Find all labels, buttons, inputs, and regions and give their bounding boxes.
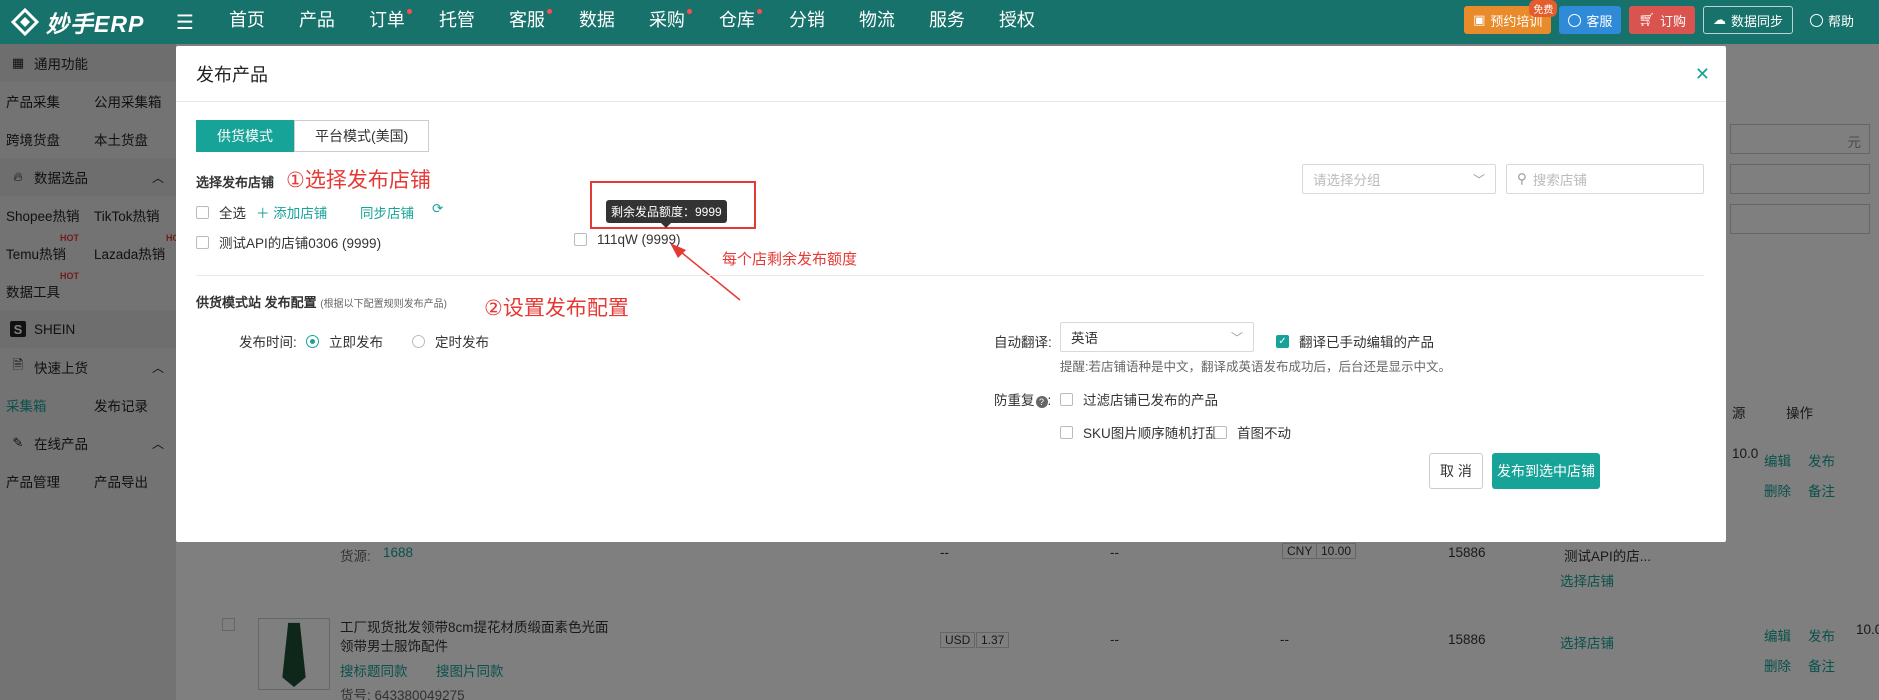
select-all-checkbox[interactable]: 全选 [196, 202, 246, 222]
radio-icon [306, 334, 319, 348]
chevron-down-icon: ﹀ [1472, 172, 1485, 187]
checkbox-icon [1214, 425, 1227, 439]
nav-logistics[interactable]: 物流 [842, 0, 912, 44]
publish-selected-stores-button[interactable]: 发布到选中店铺 [1492, 453, 1600, 489]
nav-services[interactable]: 服务 [912, 0, 982, 44]
logo-icon [10, 7, 40, 37]
subscribe-button[interactable]: 🛒︎ 订购 [1629, 6, 1695, 34]
logo-text: 妙手ERP [46, 11, 145, 37]
sku-random-checkbox[interactable]: SKU图片顺序随机打乱 [1060, 422, 1219, 442]
nav-purchase[interactable]: 采购 [632, 0, 702, 44]
cloud-icon: ☁ [1712, 12, 1726, 27]
publish-timed-radio[interactable]: 定时发布 [412, 331, 489, 351]
tab-supply-mode[interactable]: 供货模式 [196, 120, 294, 152]
dialog-title: 发布产品 [196, 64, 268, 85]
nav-warehouse[interactable]: 仓库 [702, 0, 772, 44]
radio-icon [412, 334, 425, 348]
notification-dot [756, 9, 762, 14]
checkbox-icon [574, 233, 587, 246]
data-sync-button[interactable]: ☁ 数据同步 [1702, 6, 1793, 34]
section-divider [196, 275, 1704, 276]
notification-dot [406, 9, 412, 14]
calendar-icon: ▣ [1473, 12, 1486, 27]
notification-dot [686, 9, 692, 14]
cart-icon: 🛒︎ [1638, 12, 1655, 27]
nav-authorization[interactable]: 授权 [982, 0, 1052, 44]
group-select[interactable]: 请选择分组 ﹀ [1302, 164, 1496, 194]
anti-duplicate-label: 防重复?: [994, 393, 1052, 408]
free-badge: 免费 [1529, 0, 1558, 17]
app-logo[interactable]: 妙手ERP [0, 5, 196, 39]
menu-toggle-icon[interactable]: ☰ [176, 10, 194, 35]
checkbox-icon [196, 235, 209, 249]
store-checkbox[interactable]: 测试API的店铺0306 (9999) [196, 232, 381, 252]
checkbox-icon [1060, 425, 1073, 439]
publish-time-label: 发布时间: [239, 335, 297, 350]
nav-hosting[interactable]: 托管 [422, 0, 492, 44]
plus-icon: ＋ [256, 206, 274, 221]
check-icon: ✓ [1276, 334, 1289, 348]
select-store-title: 选择发布店铺 [196, 175, 275, 190]
help-button[interactable]: 帮助 [1801, 6, 1863, 34]
annotation-select-store: ①选择发布店铺 [286, 169, 431, 192]
nav-customer-service[interactable]: 客服 [492, 0, 562, 44]
publish-now-radio[interactable]: 立即发布 [306, 331, 383, 351]
first-image-fixed-checkbox[interactable]: 首图不动 [1214, 422, 1291, 442]
store-checkbox[interactable]: 111qW (9999) [574, 232, 681, 247]
sync-store-button[interactable]: 同步店铺 [360, 202, 414, 222]
language-select[interactable]: 英语 ﹀ [1060, 322, 1254, 352]
config-title: 供货模式站 发布配置 (根据以下配置规则发布产品) [196, 295, 447, 310]
cancel-button[interactable]: 取 消 [1429, 453, 1483, 489]
checkbox-icon [196, 205, 209, 219]
annotation-quota: 每个店剩余发布额度 [722, 251, 858, 268]
filter-published-checkbox[interactable]: 过滤店铺已发布的产品 [1060, 389, 1218, 409]
nav-orders[interactable]: 订单 [352, 0, 422, 44]
publish-product-dialog: 发布产品 ✕ 供货模式 平台模式(美国) 选择发布店铺 ①选择发布店铺 全选 ＋… [176, 46, 1726, 542]
quota-tooltip: 剩余发品额度：9999 [606, 200, 727, 228]
customer-service-button[interactable]: 客服 [1559, 6, 1622, 34]
annotation-config: ②设置发布配置 [484, 297, 629, 320]
headset-icon [1568, 13, 1582, 27]
add-store-button[interactable]: ＋ 添加店铺 [256, 202, 327, 222]
nav-data[interactable]: 数据 [562, 0, 632, 44]
question-icon[interactable]: ? [1035, 396, 1048, 408]
tab-platform-mode-us[interactable]: 平台模式(美国) [294, 120, 430, 152]
notification-dot [546, 9, 552, 14]
main-nav: 首页 产品 订单 托管 客服 数据 采购 仓库 分销 物流 服务 授权 [212, 0, 1052, 44]
nav-distribution[interactable]: 分销 [772, 0, 842, 44]
mode-tabs: 供货模式 平台模式(美国) [196, 120, 430, 152]
top-actions: ▣ 预约培训 免费 客服 🛒︎ 订购 ☁ 数据同步 帮助 [1464, 0, 1863, 34]
top-navbar: 妙手ERP ☰ 首页 产品 订单 托管 客服 数据 采购 仓库 分销 物流 服务… [0, 0, 1879, 44]
dialog-header: 发布产品 ✕ [176, 46, 1726, 102]
nav-home[interactable]: 首页 [212, 0, 282, 44]
nav-products[interactable]: 产品 [282, 0, 352, 44]
book-training-button[interactable]: ▣ 预约培训 免费 [1464, 0, 1558, 34]
checkbox-icon [1060, 392, 1073, 406]
translate-hint: 提醒:若店铺语种是中文，翻译成英语发布成功后，后台还是显示中文。 [1060, 360, 1451, 374]
chevron-down-icon: ﹀ [1230, 330, 1243, 345]
store-search-input[interactable]: ⚲ 搜索店铺 [1506, 164, 1704, 194]
refresh-icon[interactable]: ⟳ [432, 201, 443, 217]
auto-translate-label: 自动翻译: [994, 335, 1052, 350]
translate-edited-checkbox[interactable]: ✓ 翻译已手动编辑的产品 [1276, 331, 1434, 351]
close-icon[interactable]: ✕ [1695, 64, 1710, 85]
help-icon [1809, 13, 1823, 27]
search-icon: ⚲ [1517, 171, 1527, 186]
